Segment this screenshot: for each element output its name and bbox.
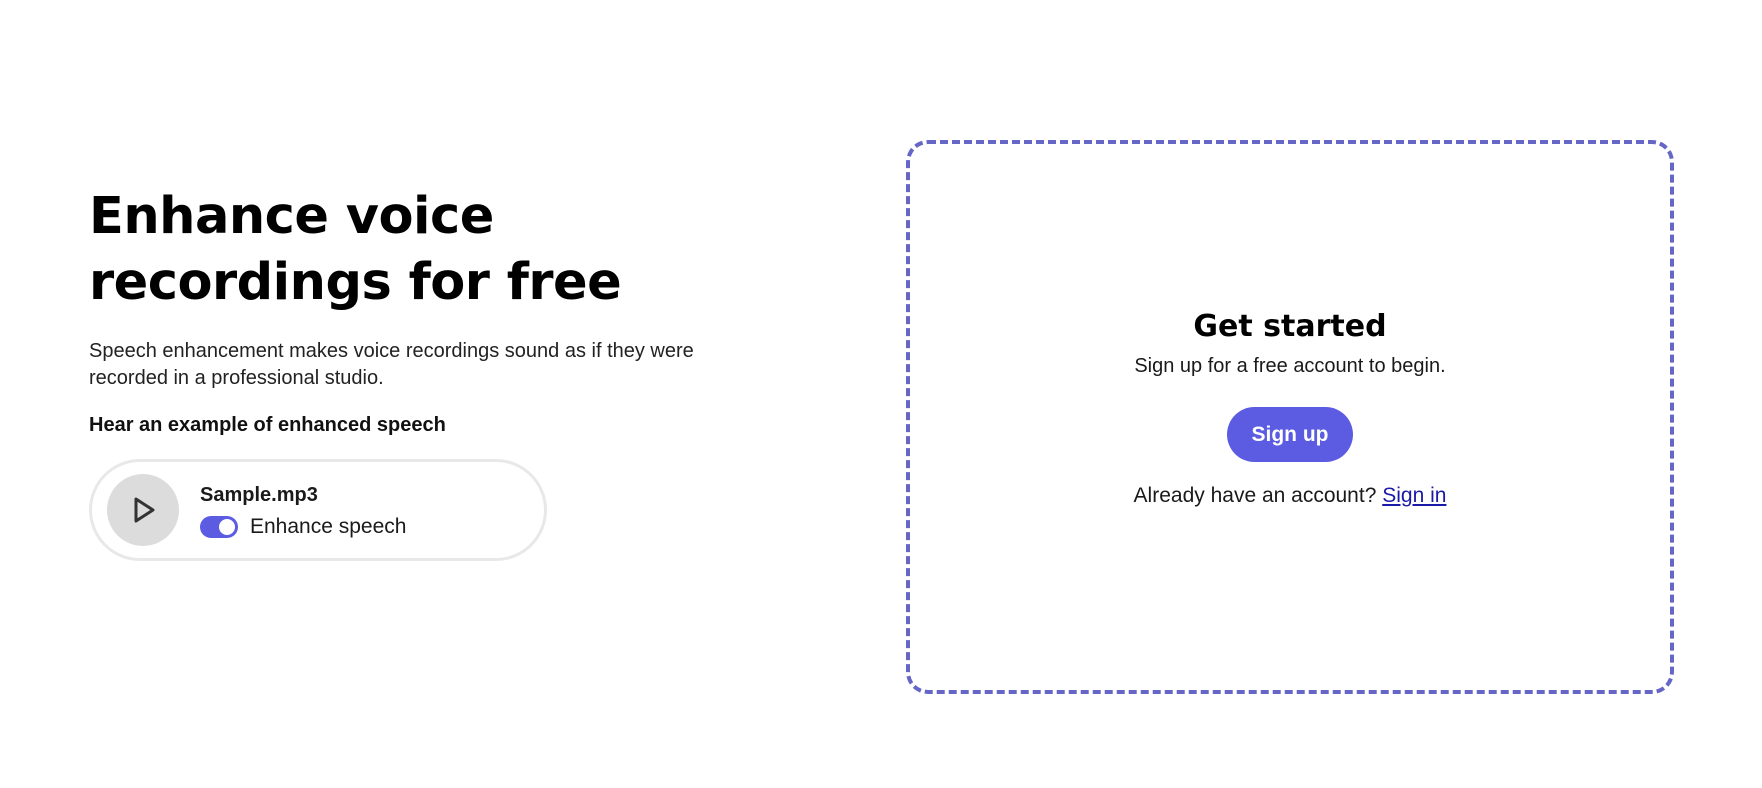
sign-in-row: Already have an account? Sign in bbox=[910, 484, 1670, 508]
enhance-speech-toggle[interactable] bbox=[200, 515, 238, 538]
get-started-card[interactable]: Get started Sign up for a free account t… bbox=[906, 140, 1674, 694]
hero-title: Enhance voice recordings for free bbox=[89, 187, 622, 312]
card-subtitle: Sign up for a free account to begin. bbox=[1134, 355, 1446, 377]
hero-section: Enhance voice recordings for free Speech… bbox=[89, 184, 729, 561]
sign-up-button[interactable]: Sign up bbox=[1227, 407, 1353, 462]
toggle-knob bbox=[219, 518, 235, 535]
enhance-speech-label: Enhance speech bbox=[250, 514, 407, 538]
sign-in-prompt: Already have an account? bbox=[1133, 484, 1377, 507]
play-button[interactable] bbox=[107, 474, 179, 546]
hero-description: Speech enhancement makes voice recording… bbox=[89, 340, 694, 389]
sign-in-link[interactable]: Sign in bbox=[1382, 484, 1446, 507]
card-title: Get started bbox=[1193, 309, 1387, 344]
file-name: Sample.mp3 bbox=[200, 483, 318, 506]
enhance-toggle-row: Enhance speech bbox=[200, 515, 406, 539]
example-label: Hear an example of enhanced speech bbox=[89, 414, 446, 436]
player-info: Sample.mp3 Enhance speech bbox=[200, 482, 406, 539]
audio-player: Sample.mp3 Enhance speech bbox=[89, 459, 547, 561]
play-icon bbox=[134, 497, 155, 523]
page: Enhance voice recordings for free Speech… bbox=[0, 0, 1762, 788]
card-content: Get started Sign up for a free account t… bbox=[910, 309, 1670, 508]
